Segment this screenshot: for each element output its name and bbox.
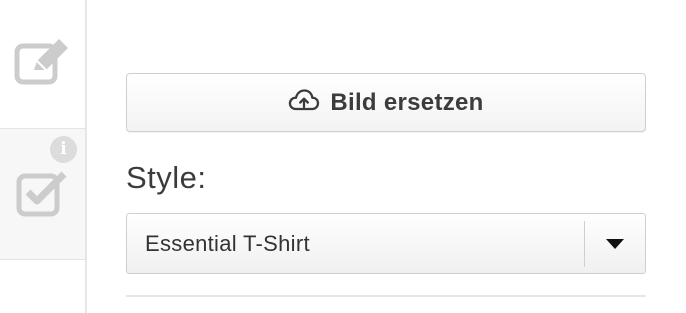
edit-icon [14,37,72,92]
sidebar-item-edit[interactable] [0,0,85,128]
checkbox-icon [16,166,70,223]
sidebar-rail: i [0,0,87,313]
replace-image-label: Bild ersetzen [330,88,484,116]
style-select-value: Essential T-Shirt [145,230,310,256]
style-label: Style: [126,160,207,195]
cloud-upload-icon [288,88,320,117]
info-icon[interactable]: i [50,136,77,163]
caret-down-icon [606,238,624,249]
divider [126,295,646,297]
main-panel: Bild ersetzen Style: Essential T-Shirt [126,0,646,313]
replace-image-button[interactable]: Bild ersetzen [126,73,646,132]
dropdown-toggle[interactable] [585,238,645,250]
style-select[interactable]: Essential T-Shirt [126,213,646,274]
